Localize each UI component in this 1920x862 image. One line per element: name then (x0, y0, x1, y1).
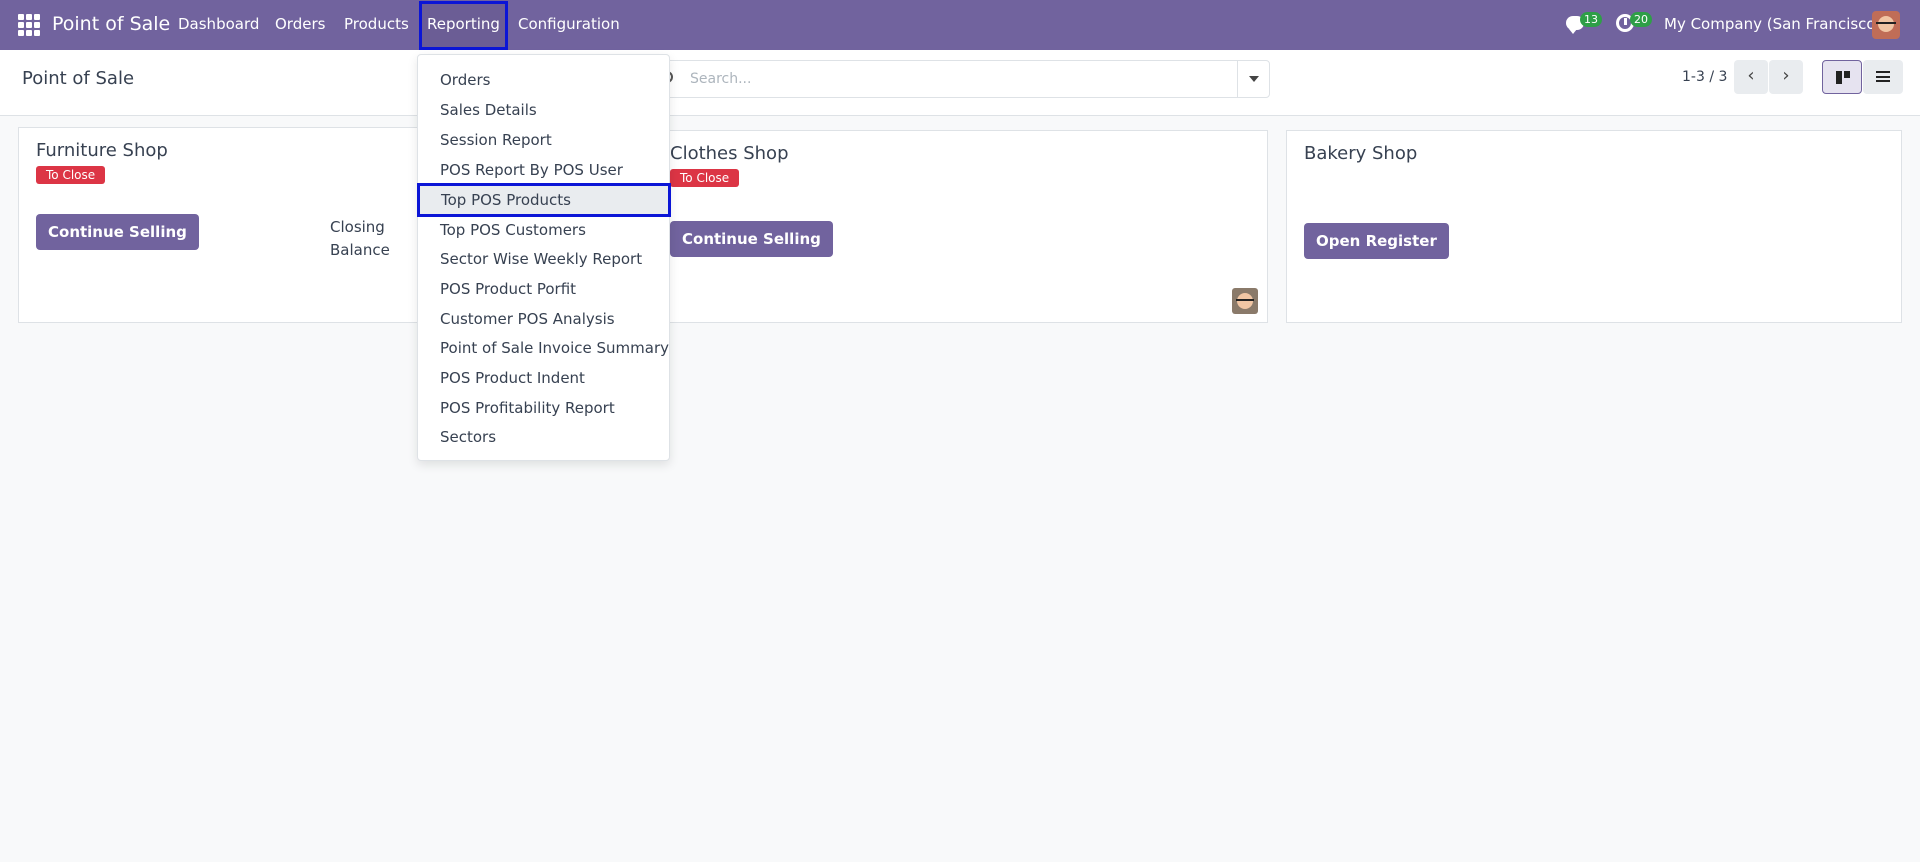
menu-item-top-pos-customers[interactable]: Top POS Customers (418, 215, 669, 245)
open-register-button[interactable]: Open Register (1304, 223, 1449, 259)
nav-orders[interactable]: Orders (275, 15, 325, 33)
pager-value[interactable]: 1-3 / 3 (1682, 69, 1727, 85)
pos-card-clothes[interactable]: Clothes Shop To Close Continue Selling (652, 130, 1268, 323)
kanban-view-button[interactable] (1822, 60, 1862, 94)
card-title[interactable]: Bakery Shop (1304, 143, 1417, 164)
closing-label: Closing (330, 218, 385, 236)
nav-products[interactable]: Products (344, 15, 409, 33)
messages-badge: 13 (1580, 12, 1602, 27)
menu-item-top-pos-products[interactable]: Top POS Products (417, 183, 671, 217)
menu-item-invoice-summary[interactable]: Point of Sale Invoice Summary (418, 333, 669, 363)
user-avatar[interactable] (1872, 11, 1900, 39)
card-title[interactable]: Clothes Shop (670, 143, 789, 164)
status-badge: To Close (36, 166, 106, 184)
nav-dashboard[interactable]: Dashboard (178, 15, 259, 33)
menu-item-sectors[interactable]: Sectors (418, 422, 669, 452)
app-brand[interactable]: Point of Sale (52, 13, 170, 35)
menu-item-customer-pos-analysis[interactable]: Customer POS Analysis (418, 304, 669, 334)
top-navbar: Point of Sale Dashboard Orders Products … (0, 0, 1920, 50)
menu-item-session-report[interactable]: Session Report (418, 125, 669, 155)
nav-configuration[interactable]: Configuration (518, 15, 620, 33)
activities-badge: 20 (1630, 12, 1652, 27)
reporting-dropdown-menu: Orders Sales Details Session Report POS … (417, 54, 671, 461)
menu-item-pos-report-by-user[interactable]: POS Report By POS User (418, 155, 669, 185)
status-badge: To Close (670, 169, 740, 187)
kanban-icon (1836, 71, 1850, 84)
pager-next-button[interactable]: › (1769, 60, 1803, 94)
menu-item-sector-weekly-report[interactable]: Sector Wise Weekly Report (418, 244, 669, 274)
continue-selling-button[interactable]: Continue Selling (36, 214, 199, 250)
balance-label: Balance (330, 241, 390, 259)
responsible-avatar[interactable] (1232, 288, 1258, 314)
menu-item-orders[interactable]: Orders (418, 65, 669, 95)
list-icon (1876, 71, 1890, 82)
pager-previous-button[interactable]: ‹ (1734, 60, 1768, 94)
continue-selling-button[interactable]: Continue Selling (670, 221, 833, 257)
pos-card-bakery[interactable]: Bakery Shop Open Register (1286, 130, 1902, 323)
menu-item-sales-details[interactable]: Sales Details (418, 95, 669, 125)
company-switcher[interactable]: My Company (San Francisco) (1664, 15, 1881, 33)
search-options-toggle[interactable] (1237, 61, 1269, 97)
menu-item-pos-product-indent[interactable]: POS Product Indent (418, 363, 669, 393)
search-placeholder: Search... (690, 71, 752, 87)
menu-item-pos-product-profit[interactable]: POS Product Porfit (418, 274, 669, 304)
list-view-button[interactable] (1863, 60, 1903, 94)
apps-menu-icon[interactable] (18, 14, 40, 36)
control-panel: Point of Sale Search... 1-3 / 3 ‹ › (0, 50, 1920, 116)
search-input[interactable]: Search... (652, 60, 1270, 98)
menu-item-pos-profitability-report[interactable]: POS Profitability Report (418, 393, 669, 423)
page-title: Point of Sale (22, 68, 135, 89)
nav-reporting[interactable]: Reporting (427, 15, 500, 33)
card-title[interactable]: Furniture Shop (36, 140, 168, 161)
